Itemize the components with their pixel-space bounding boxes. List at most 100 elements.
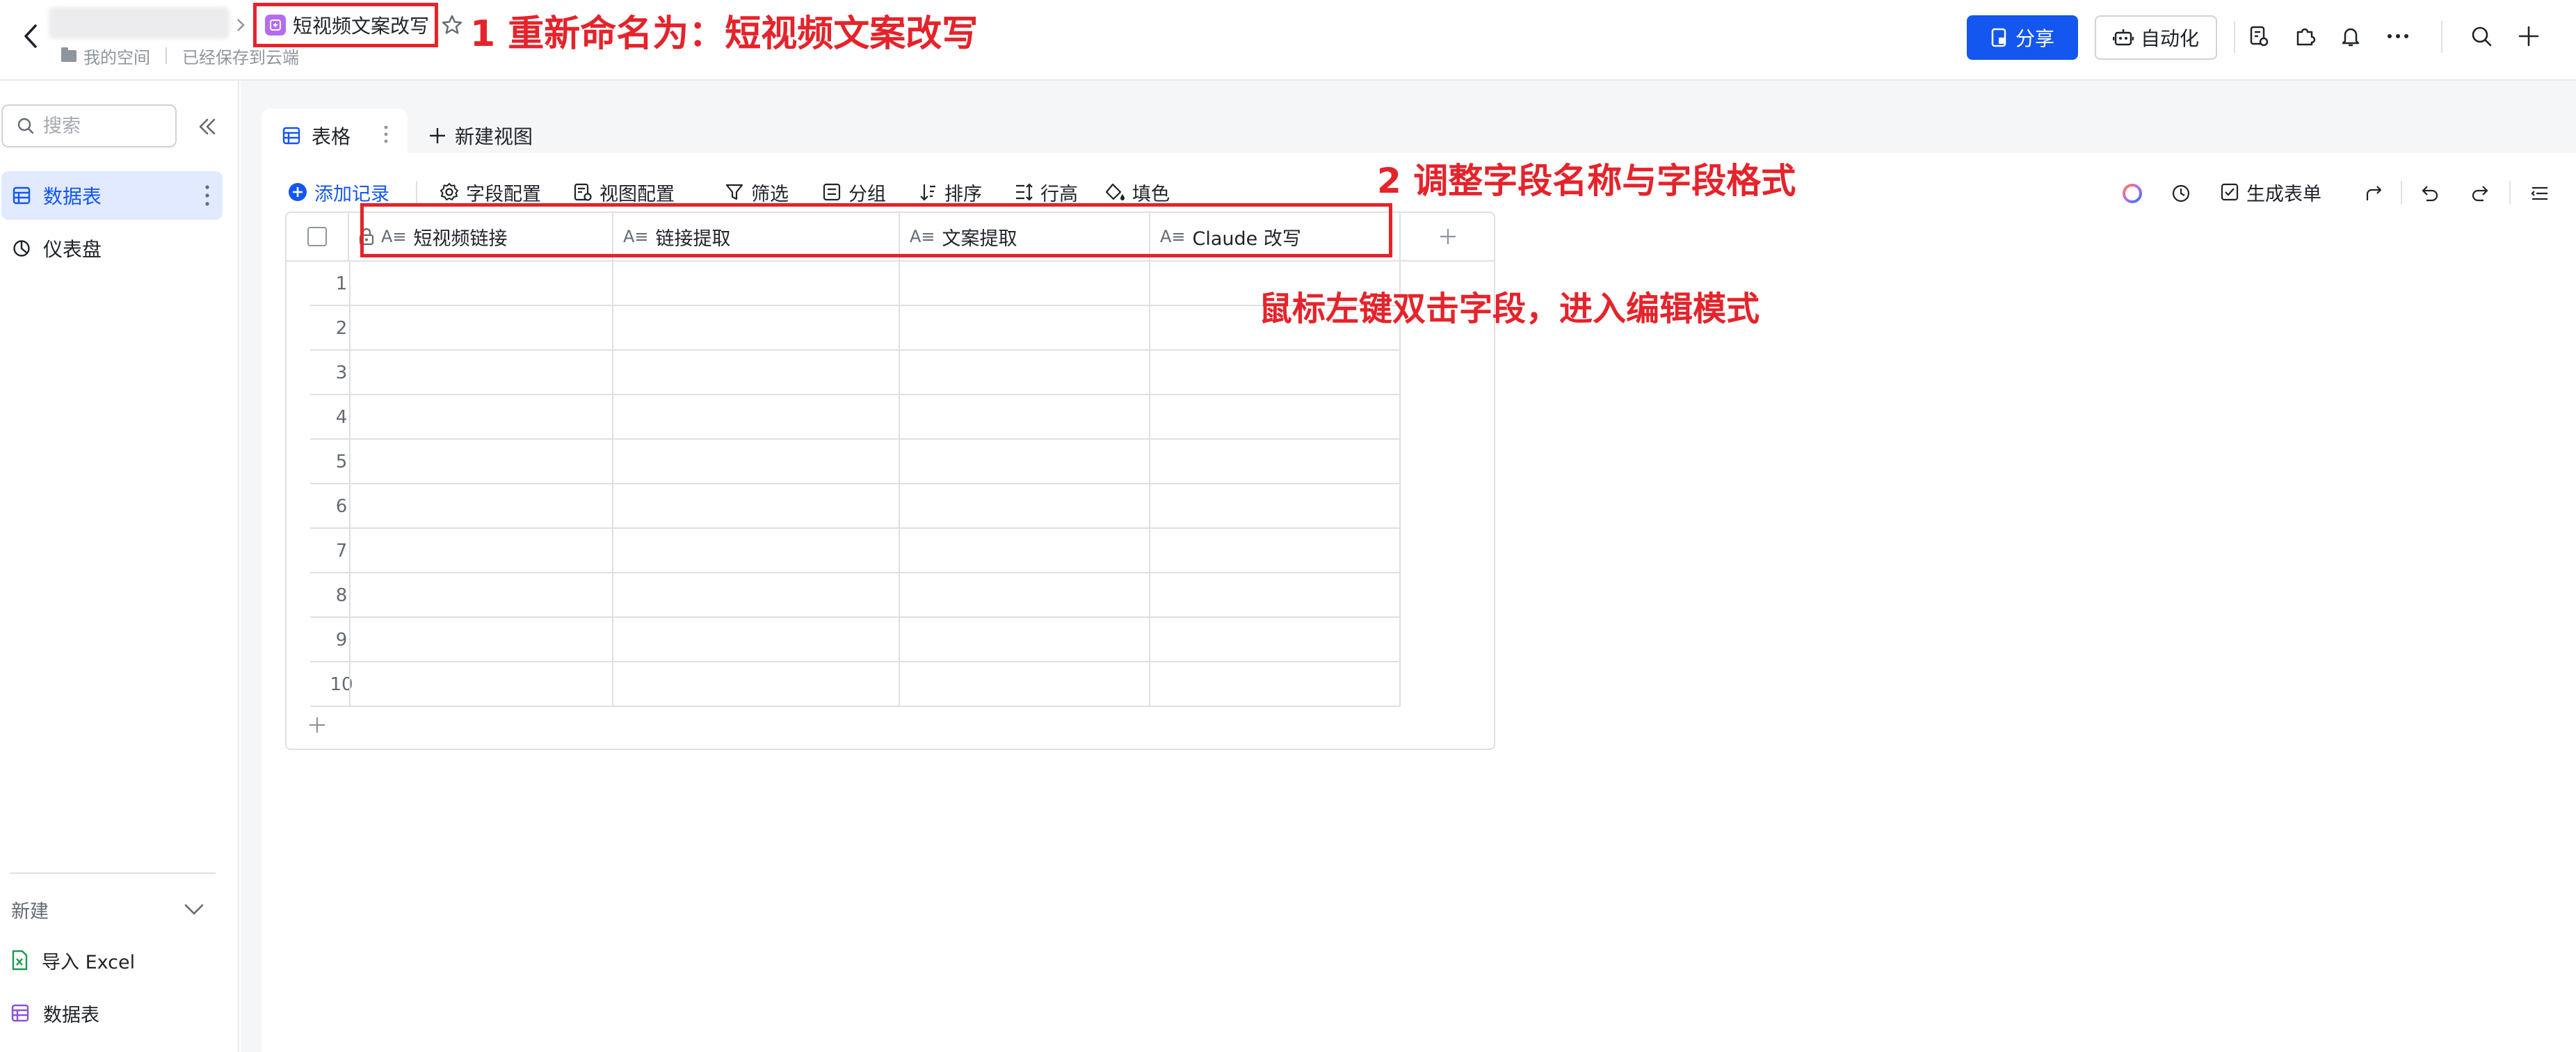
table-cell[interactable] <box>900 440 1150 484</box>
column-name: 文案提取 <box>942 228 1017 250</box>
add-row-button[interactable] <box>303 711 331 739</box>
column-header-copy-extract[interactable]: A≡ 文案提取 <box>900 213 1150 260</box>
plugin-icon[interactable] <box>2291 22 2319 50</box>
table-row[interactable]: 8 <box>310 573 1401 618</box>
sort-button[interactable]: 排序 <box>918 178 982 206</box>
text-field-icon: A≡ <box>910 227 935 246</box>
table-cell[interactable] <box>1150 484 1401 529</box>
table-row[interactable]: 2 <box>310 306 1401 351</box>
history-icon[interactable] <box>2167 180 2195 207</box>
sidebar-search[interactable] <box>1 104 177 148</box>
more-vertical-icon[interactable] <box>384 124 388 145</box>
table-cell[interactable] <box>349 306 613 351</box>
table-cell[interactable] <box>349 618 613 662</box>
table-cell[interactable] <box>1150 618 1401 662</box>
undo-icon[interactable] <box>2416 180 2444 207</box>
add-record-button[interactable]: 添加记录 <box>288 178 389 206</box>
table-cell[interactable] <box>900 484 1150 529</box>
table-row[interactable]: 1 <box>310 262 1401 306</box>
table-cell[interactable] <box>900 662 1150 707</box>
table-cell[interactable] <box>900 395 1150 440</box>
table-cell[interactable] <box>349 662 613 707</box>
doc-title-highlight[interactable]: 短视频文案改写 <box>253 3 438 47</box>
table-cell[interactable] <box>613 484 900 529</box>
table-cell[interactable] <box>349 573 613 618</box>
table-cell[interactable] <box>1150 662 1401 707</box>
view-config-button[interactable]: 视图配置 <box>573 178 675 206</box>
table-cell[interactable] <box>349 440 613 484</box>
share-button[interactable]: 分享 <box>1967 15 2078 60</box>
plus-icon[interactable] <box>2515 22 2543 50</box>
sidebar-item-dashboard[interactable]: 仪表盘 <box>1 224 223 273</box>
column-header-video-link[interactable]: A≡ 短视频链接 <box>349 213 613 260</box>
collapse-toolbar-icon[interactable] <box>2526 180 2554 207</box>
table-cell[interactable] <box>900 573 1150 618</box>
generate-form-button[interactable]: 生成表单 <box>2220 178 2321 206</box>
table-cell[interactable] <box>1150 351 1401 395</box>
table-cell[interactable] <box>1150 440 1401 484</box>
row-height-button[interactable]: 行高 <box>1014 178 1078 206</box>
table-row[interactable]: 9 <box>310 618 1401 662</box>
table-row[interactable]: 7 <box>310 529 1401 573</box>
table-row[interactable]: 10 <box>310 662 1401 707</box>
ai-assistant-icon[interactable] <box>2118 180 2146 207</box>
table-cell[interactable] <box>349 529 613 573</box>
table-cell[interactable] <box>613 662 900 707</box>
table-cell[interactable] <box>1150 529 1401 573</box>
table-cell[interactable] <box>900 351 1150 395</box>
table-cell[interactable] <box>1150 395 1401 440</box>
table-cell[interactable] <box>900 529 1150 573</box>
import-excel-button[interactable]: 导入 Excel <box>11 939 135 981</box>
table-cell[interactable] <box>613 395 900 440</box>
space-label[interactable]: 我的空间 <box>83 44 150 68</box>
redo-icon[interactable] <box>2466 180 2494 207</box>
search-input[interactable] <box>43 115 154 137</box>
table-row[interactable]: 6 <box>310 484 1401 529</box>
share-view-icon[interactable] <box>2360 180 2388 207</box>
dashboard-icon <box>13 240 30 257</box>
search-icon[interactable] <box>2468 22 2495 50</box>
field-config-button[interactable]: 字段配置 <box>440 178 541 206</box>
more-icon[interactable] <box>2384 22 2412 50</box>
automation-button[interactable]: 自动化 <box>2095 15 2217 60</box>
new-datatable-button[interactable]: 数据表 <box>11 992 99 1034</box>
table-cell[interactable] <box>613 618 900 662</box>
table-cell[interactable] <box>349 484 613 529</box>
table-cell[interactable] <box>613 573 900 618</box>
table-cell[interactable] <box>613 306 900 351</box>
breadcrumb-parent[interactable] <box>49 7 230 39</box>
table-cell[interactable] <box>613 440 900 484</box>
group-button[interactable]: 分组 <box>822 178 886 206</box>
table-cell[interactable] <box>349 395 613 440</box>
table-cell[interactable] <box>613 351 900 395</box>
table-cell[interactable] <box>349 351 613 395</box>
doc-info-icon[interactable] <box>2245 22 2273 50</box>
doc-title[interactable]: 短视频文案改写 <box>293 11 429 39</box>
column-header-link-extract[interactable]: A≡ 链接提取 <box>613 213 900 260</box>
table-row[interactable]: 4 <box>310 395 1401 440</box>
bell-icon[interactable] <box>2337 22 2365 50</box>
more-vertical-icon[interactable] <box>204 184 210 207</box>
new-label: 新建 <box>11 900 49 923</box>
divider <box>2441 21 2442 53</box>
table-cell[interactable] <box>900 618 1150 662</box>
table-cell[interactable] <box>349 262 613 306</box>
star-icon[interactable] <box>440 13 465 38</box>
back-button[interactable] <box>15 21 46 51</box>
column-header-claude-rewrite[interactable]: A≡ Claude 改写 <box>1150 213 1401 260</box>
select-all-checkbox[interactable] <box>307 227 327 246</box>
table-cell[interactable] <box>1150 573 1401 618</box>
new-menu-toggle[interactable]: 新建 <box>11 892 204 927</box>
table-cell[interactable] <box>900 306 1150 351</box>
filter-button[interactable]: 筛选 <box>725 178 789 206</box>
table-cell[interactable] <box>900 262 1150 306</box>
view-canvas: 添加记录 字段配置 视图配置 筛选 分组 排序 行高 填色 2 调整字段名称与字… <box>261 153 2576 1052</box>
table-row[interactable]: 5 <box>310 440 1401 484</box>
table-cell[interactable] <box>613 262 900 306</box>
table-cell[interactable] <box>613 529 900 573</box>
fill-color-button[interactable]: 填色 <box>1104 178 1170 206</box>
table-row[interactable]: 3 <box>310 351 1401 395</box>
add-field-button[interactable] <box>1401 213 1495 260</box>
collapse-sidebar-icon[interactable] <box>195 114 220 139</box>
sidebar-item-datatable[interactable]: 数据表 <box>1 171 223 220</box>
